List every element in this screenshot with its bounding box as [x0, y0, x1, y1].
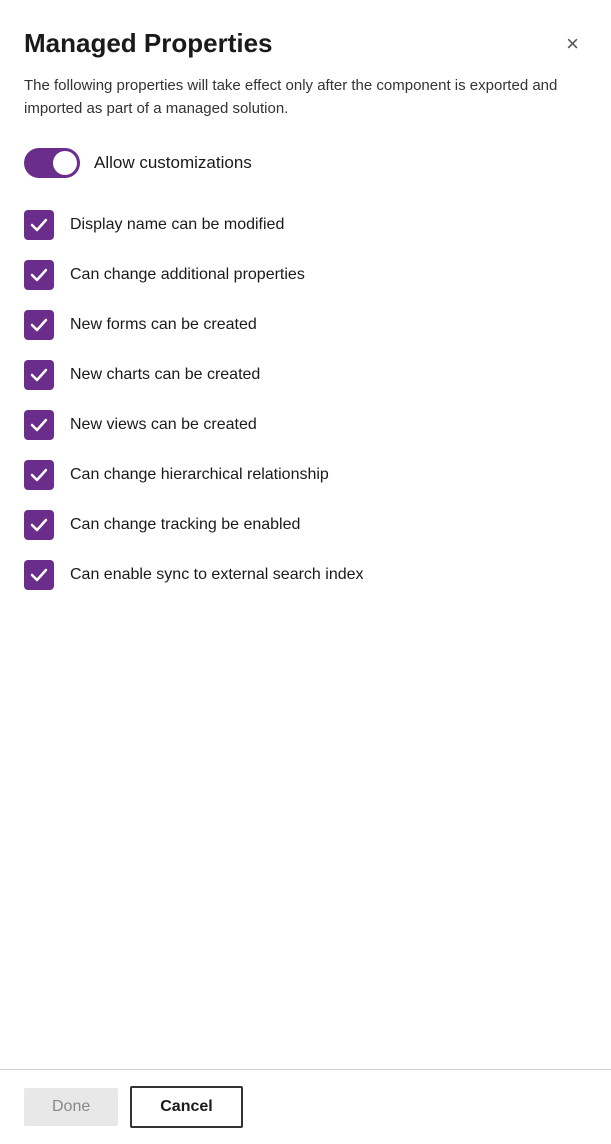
checkbox-additional-props-label: Can change additional properties: [70, 266, 305, 284]
checkmark-icon: [30, 316, 48, 334]
list-item[interactable]: Display name can be modified: [24, 200, 587, 250]
checkbox-hierarchical[interactable]: [24, 460, 54, 490]
checkbox-new-views[interactable]: [24, 410, 54, 440]
checkbox-display-name-label: Display name can be modified: [70, 216, 284, 234]
list-item[interactable]: New forms can be created: [24, 300, 587, 350]
toggle-label: Allow customizations: [94, 153, 252, 173]
checkbox-new-charts-label: New charts can be created: [70, 366, 260, 384]
checkmark-icon: [30, 216, 48, 234]
toggle-slider: [24, 148, 80, 178]
list-item[interactable]: New charts can be created: [24, 350, 587, 400]
dialog-header: Managed Properties ×: [24, 28, 587, 59]
checkbox-sync-search[interactable]: [24, 560, 54, 590]
checkbox-display-name[interactable]: [24, 210, 54, 240]
list-item[interactable]: New views can be created: [24, 400, 587, 450]
checkbox-tracking[interactable]: [24, 510, 54, 540]
toggle-switch[interactable]: [24, 148, 80, 178]
checkbox-new-forms-label: New forms can be created: [70, 316, 257, 334]
checkmark-icon: [30, 566, 48, 584]
list-item[interactable]: Can change additional properties: [24, 250, 587, 300]
checkbox-new-forms[interactable]: [24, 310, 54, 340]
close-button[interactable]: ×: [558, 29, 587, 59]
allow-customizations-toggle-row: Allow customizations: [24, 148, 587, 178]
managed-properties-dialog: Managed Properties × The following prope…: [0, 0, 611, 1144]
checkmark-icon: [30, 266, 48, 284]
list-item[interactable]: Can change hierarchical relationship: [24, 450, 587, 500]
dialog-title: Managed Properties: [24, 28, 273, 59]
checkmark-icon: [30, 416, 48, 434]
dialog-description: The following properties will take effec…: [24, 75, 587, 120]
checkbox-tracking-label: Can change tracking be enabled: [70, 516, 300, 534]
dialog-body: Managed Properties × The following prope…: [0, 0, 611, 1069]
checkmark-icon: [30, 366, 48, 384]
checkbox-additional-props[interactable]: [24, 260, 54, 290]
checkbox-hierarchical-label: Can change hierarchical relationship: [70, 466, 329, 484]
checkbox-sync-search-label: Can enable sync to external search index: [70, 566, 364, 584]
dialog-footer: Done Cancel: [0, 1069, 611, 1144]
checkbox-list: Display name can be modified Can change …: [24, 200, 587, 600]
cancel-button[interactable]: Cancel: [130, 1086, 242, 1128]
checkbox-new-views-label: New views can be created: [70, 416, 257, 434]
done-button[interactable]: Done: [24, 1088, 118, 1126]
checkbox-new-charts[interactable]: [24, 360, 54, 390]
checkmark-icon: [30, 516, 48, 534]
list-item[interactable]: Can change tracking be enabled: [24, 500, 587, 550]
list-item[interactable]: Can enable sync to external search index: [24, 550, 587, 600]
checkmark-icon: [30, 466, 48, 484]
